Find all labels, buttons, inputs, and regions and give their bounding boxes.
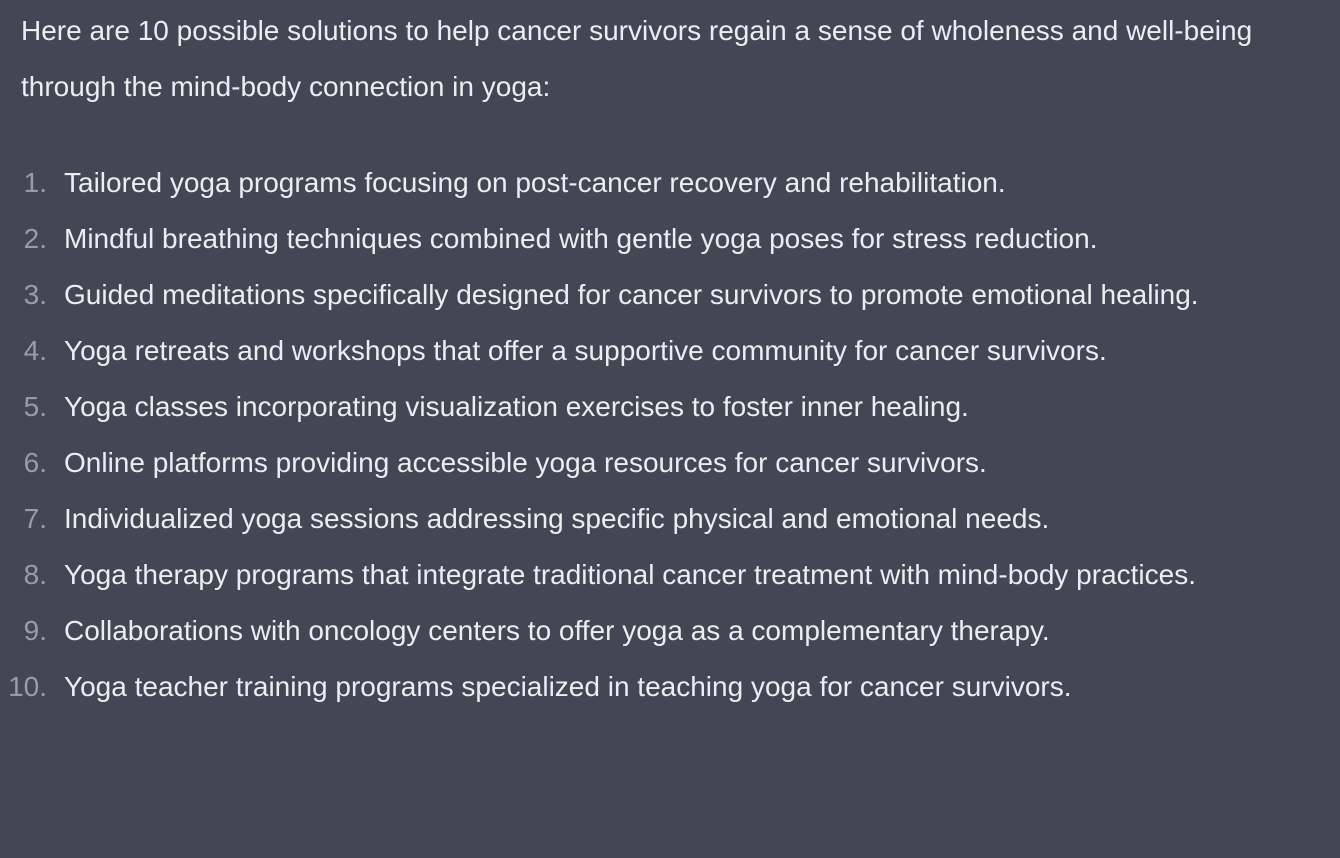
- list-item: 10. Yoga teacher training programs speci…: [0, 659, 1340, 715]
- list-number: 3.: [23, 279, 47, 310]
- list-number: 4.: [23, 335, 47, 366]
- list-item: 2. Mindful breathing techniques combined…: [0, 211, 1340, 267]
- list-item: 6. Online platforms providing accessible…: [0, 435, 1340, 491]
- list-item: 7. Individualized yoga sessions addressi…: [0, 491, 1340, 547]
- solutions-list: 1. Tailored yoga programs focusing on po…: [0, 155, 1340, 715]
- list-item-text: Collaborations with oncology centers to …: [64, 615, 1050, 646]
- list-number: 2.: [23, 223, 47, 254]
- list-item-text: Individualized yoga sessions addressing …: [64, 503, 1050, 534]
- list-item-text: Yoga teacher training programs specializ…: [64, 671, 1072, 702]
- list-number: 1.: [23, 167, 47, 198]
- list-item: 9. Collaborations with oncology centers …: [0, 603, 1340, 659]
- list-item: 4. Yoga retreats and workshops that offe…: [0, 323, 1340, 379]
- list-item: 8. Yoga therapy programs that integrate …: [0, 547, 1340, 603]
- list-item: 3. Guided meditations specifically desig…: [0, 267, 1340, 323]
- list-item: 1. Tailored yoga programs focusing on po…: [0, 155, 1340, 211]
- assistant-message: Here are 10 possible solutions to help c…: [0, 0, 1340, 858]
- list-item-text: Yoga classes incorporating visualization…: [64, 391, 969, 422]
- list-item-text: Tailored yoga programs focusing on post-…: [64, 167, 1006, 198]
- list-item-text: Yoga therapy programs that integrate tra…: [64, 559, 1197, 590]
- list-number: 7.: [23, 503, 47, 534]
- list-item-text: Mindful breathing techniques combined wi…: [64, 223, 1098, 254]
- list-item-text: Guided meditations specifically designed…: [64, 279, 1199, 310]
- intro-paragraph: Here are 10 possible solutions to help c…: [21, 15, 1253, 102]
- list-item-text: Online platforms providing accessible yo…: [64, 447, 987, 478]
- list-number: 5.: [23, 391, 47, 422]
- list-item-text: Yoga retreats and workshops that offer a…: [64, 335, 1107, 366]
- list-number: 8.: [23, 559, 47, 590]
- list-item: 5. Yoga classes incorporating visualizat…: [0, 379, 1340, 435]
- list-number: 9.: [23, 615, 47, 646]
- list-number: 10.: [8, 671, 47, 702]
- list-number: 6.: [23, 447, 47, 478]
